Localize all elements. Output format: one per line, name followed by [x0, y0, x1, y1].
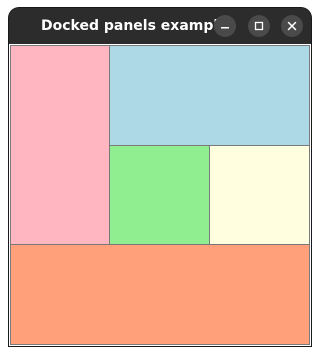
client-area: [9, 44, 311, 346]
right-panel: [209, 145, 310, 245]
top-panel: [109, 45, 310, 146]
window-title: Docked panels example: [41, 18, 228, 34]
close-icon: [287, 21, 297, 31]
maximize-icon: [254, 21, 264, 31]
minimize-icon: [221, 27, 229, 29]
app-window: Docked panels example: [9, 8, 311, 346]
title-bar[interactable]: Docked panels example: [9, 8, 311, 44]
close-button[interactable]: [281, 15, 303, 37]
maximize-button[interactable]: [248, 15, 270, 37]
bottom-panel: [10, 244, 310, 345]
center-panel: [109, 145, 210, 245]
left-panel: [10, 45, 110, 245]
minimize-button[interactable]: [214, 15, 236, 37]
